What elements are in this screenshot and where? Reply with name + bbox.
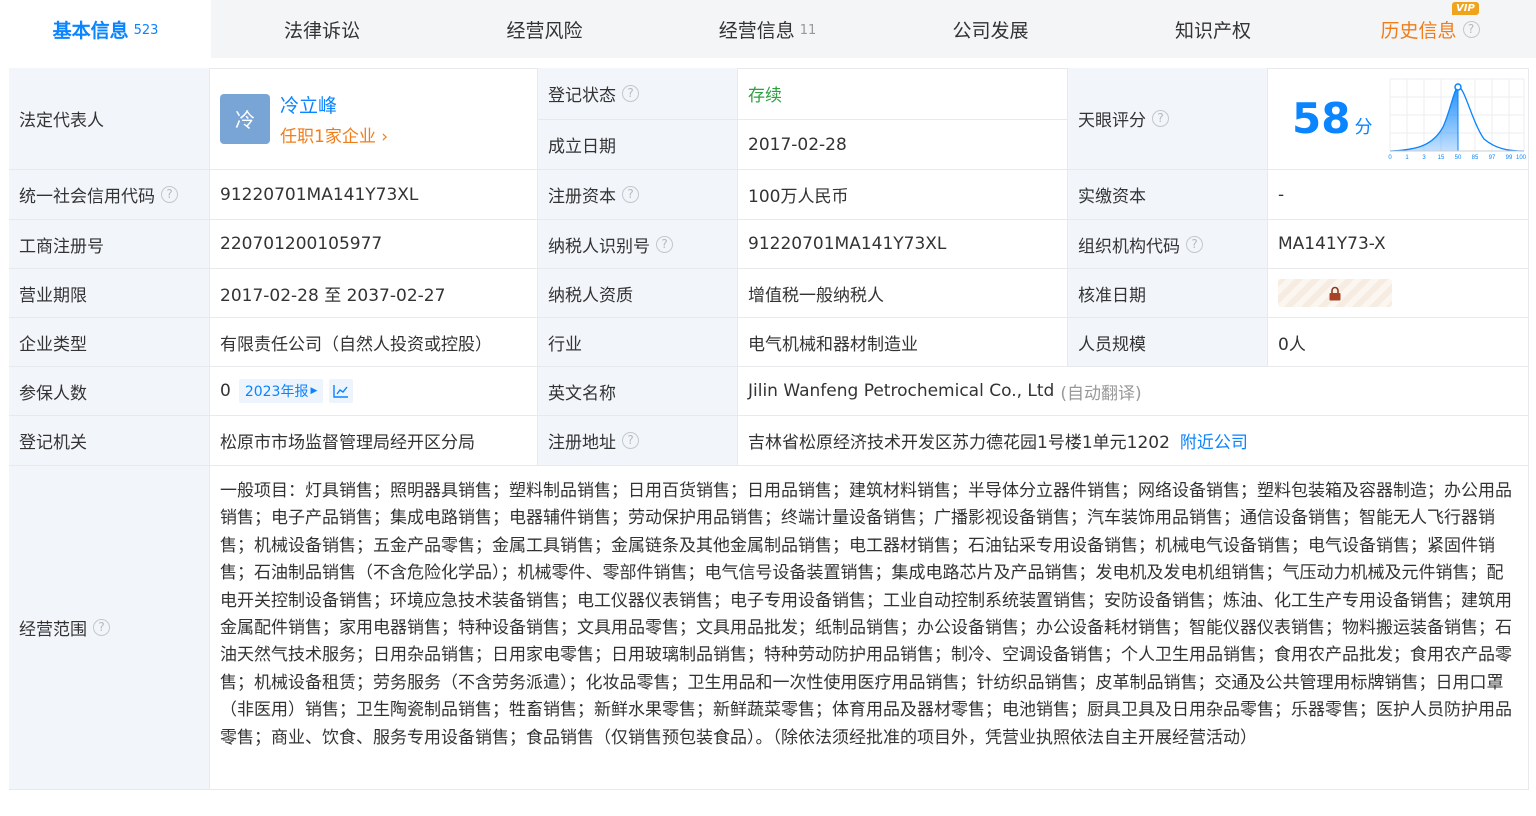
help-icon[interactable]: ? xyxy=(622,186,639,203)
label-staff-size: 人员规模 xyxy=(1068,318,1268,367)
tab-label: 法律诉讼 xyxy=(283,19,360,42)
founded-value: 2017-02-28 xyxy=(738,120,1068,170)
label-legal-rep: 法定代表人 xyxy=(9,68,210,170)
legal-rep-positions-link[interactable]: 任职1家企业 › xyxy=(280,122,388,147)
tab-ip[interactable]: 知识产权 xyxy=(1102,0,1324,58)
tab-development[interactable]: 公司发展 xyxy=(879,0,1102,58)
chart-tick: 3 xyxy=(1423,155,1427,161)
reg-status-value: 存续 xyxy=(738,68,1068,120)
insured-value: 0 xyxy=(220,381,231,401)
help-icon[interactable]: ? xyxy=(1462,20,1480,38)
label-founded: 成立日期 xyxy=(538,120,738,170)
label-taxpayer-id: 纳税人识别号? xyxy=(538,220,738,269)
biz-scope-value: 一般项目：灯具销售；照明器具销售；塑料制品销售；日用百货销售；日用品销售；建筑材… xyxy=(210,466,1529,790)
label-approval-date: 核准日期 xyxy=(1068,269,1268,318)
label-tianyan-score: 天眼评分? xyxy=(1068,68,1268,170)
legal-rep-cell: 冷 冷立峰 任职1家企业 › xyxy=(210,68,538,170)
label-biz-reg-no: 工商注册号 xyxy=(9,220,210,269)
score-cell[interactable]: 58 分 0 1 3 15 50 85 97 99 100 xyxy=(1268,68,1529,170)
tab-count: 11 xyxy=(799,22,817,38)
chart-tick: 15 xyxy=(1438,155,1445,161)
help-icon[interactable]: ? xyxy=(161,186,178,203)
label-biz-term: 营业期限 xyxy=(9,269,210,318)
tab-history[interactable]: 历史信息 ? VIP xyxy=(1324,0,1536,58)
label-reg-authority: 登记机关 xyxy=(9,416,210,466)
chart-tick: 0 xyxy=(1389,155,1393,161)
label-reg-status: 登记状态? xyxy=(538,68,738,120)
tab-label: 历史信息 xyxy=(1380,19,1457,42)
tab-label: 经营风险 xyxy=(506,19,583,42)
help-icon[interactable]: ? xyxy=(656,235,673,253)
staff-size-value: 0人 xyxy=(1268,318,1529,367)
help-icon[interactable]: ? xyxy=(93,619,110,636)
caret-right-icon: ▶ xyxy=(310,386,318,396)
vip-locked-field[interactable] xyxy=(1278,279,1392,307)
score-distribution-chart: 0 1 3 15 50 85 97 99 100 xyxy=(1389,78,1526,161)
help-icon[interactable]: ? xyxy=(1152,110,1169,127)
help-icon[interactable]: ? xyxy=(622,85,639,102)
credit-code-value: 91220701MA141Y73XL xyxy=(210,170,538,220)
label-english-name: 英文名称 xyxy=(538,367,738,416)
trend-chart-button[interactable] xyxy=(329,379,354,403)
approval-date-cell xyxy=(1268,269,1529,318)
tab-label: 经营信息 xyxy=(718,19,795,42)
tab-label: 基本信息 xyxy=(52,19,129,42)
score-unit: 分 xyxy=(1354,116,1373,138)
reg-capital-value: 100万人民币 xyxy=(738,170,1068,220)
label-biz-scope: 经营范围? xyxy=(9,466,210,790)
chart-tick: 97 xyxy=(1489,155,1496,161)
help-icon[interactable]: ? xyxy=(1186,235,1203,253)
industry-value: 电气机械和器材制造业 xyxy=(738,318,1068,367)
company-type-value: 有限责任公司（自然人投资或控股） xyxy=(210,318,538,367)
tab-label: 知识产权 xyxy=(1174,19,1251,42)
english-name-cell: Jilin Wanfeng Petrochemical Co., Ltd (自动… xyxy=(738,367,1529,416)
reg-address-value: 吉林省松原经济技术开发区苏力德花园1号楼1单元1202 xyxy=(748,433,1170,453)
label-reg-address: 注册地址? xyxy=(538,416,738,466)
score-value: 58 xyxy=(1292,94,1351,143)
reg-address-cell: 吉林省松原经济技术开发区苏力德花园1号楼1单元1202 附近公司 xyxy=(738,416,1529,466)
label-credit-code: 统一社会信用代码? xyxy=(9,170,210,220)
tab-risk[interactable]: 经营风险 xyxy=(433,0,656,58)
label-insured: 参保人数 xyxy=(9,367,210,416)
tab-count: 523 xyxy=(133,22,159,38)
org-code-value: MA141Y73-X xyxy=(1268,220,1529,269)
label-company-type: 企业类型 xyxy=(9,318,210,367)
chart-tick: 50 xyxy=(1455,155,1462,161)
taxpayer-id-value: 91220701MA141Y73XL xyxy=(738,220,1068,269)
label-taxpayer-qual: 纳税人资质 xyxy=(538,269,738,318)
english-name-value: Jilin Wanfeng Petrochemical Co., Ltd xyxy=(748,381,1055,401)
biz-reg-no-value: 220701200105977 xyxy=(210,220,538,269)
tab-operation[interactable]: 经营信息 11 xyxy=(656,0,879,58)
paid-capital-value: - xyxy=(1268,170,1529,220)
tab-bar: 基本信息 523 法律诉讼 经营风险 经营信息 11 公司发展 知识产权 历史信息 … xyxy=(0,0,1536,58)
line-chart-icon xyxy=(333,385,349,398)
reg-authority-value: 松原市市场监督管理局经开区分局 xyxy=(210,416,538,466)
avatar: 冷 xyxy=(220,93,270,144)
label-org-code: 组织机构代码? xyxy=(1068,220,1268,269)
tab-label: 公司发展 xyxy=(952,19,1029,42)
tab-basic-info[interactable]: 基本信息 523 xyxy=(0,0,211,58)
chart-tick: 99 xyxy=(1506,155,1513,161)
annual-report-dropdown[interactable]: 2023年报 ▶ xyxy=(238,379,324,403)
chart-tick: 1 xyxy=(1406,155,1410,161)
vip-badge: VIP xyxy=(1452,2,1479,15)
chart-tick: 85 xyxy=(1472,155,1479,161)
label-industry: 行业 xyxy=(538,318,738,367)
biz-term-value: 2017-02-28 至 2037-02-27 xyxy=(210,269,538,318)
nearby-companies-link[interactable]: 附近公司 xyxy=(1180,428,1248,453)
chevron-right-icon: › xyxy=(375,126,389,147)
chart-tick: 100 xyxy=(1516,155,1526,161)
help-icon[interactable]: ? xyxy=(622,432,639,449)
insured-cell: 0 2023年报 ▶ xyxy=(210,367,538,416)
label-paid-capital: 实缴资本 xyxy=(1068,170,1268,220)
auto-translate-note: (自动翻译) xyxy=(1060,383,1142,404)
tab-legal[interactable]: 法律诉讼 xyxy=(211,0,433,58)
lock-icon xyxy=(1329,286,1341,300)
legal-rep-name-link[interactable]: 冷立峰 xyxy=(280,91,388,118)
label-reg-capital: 注册资本? xyxy=(538,170,738,220)
taxpayer-qual-value: 增值税一般纳税人 xyxy=(738,269,1068,318)
